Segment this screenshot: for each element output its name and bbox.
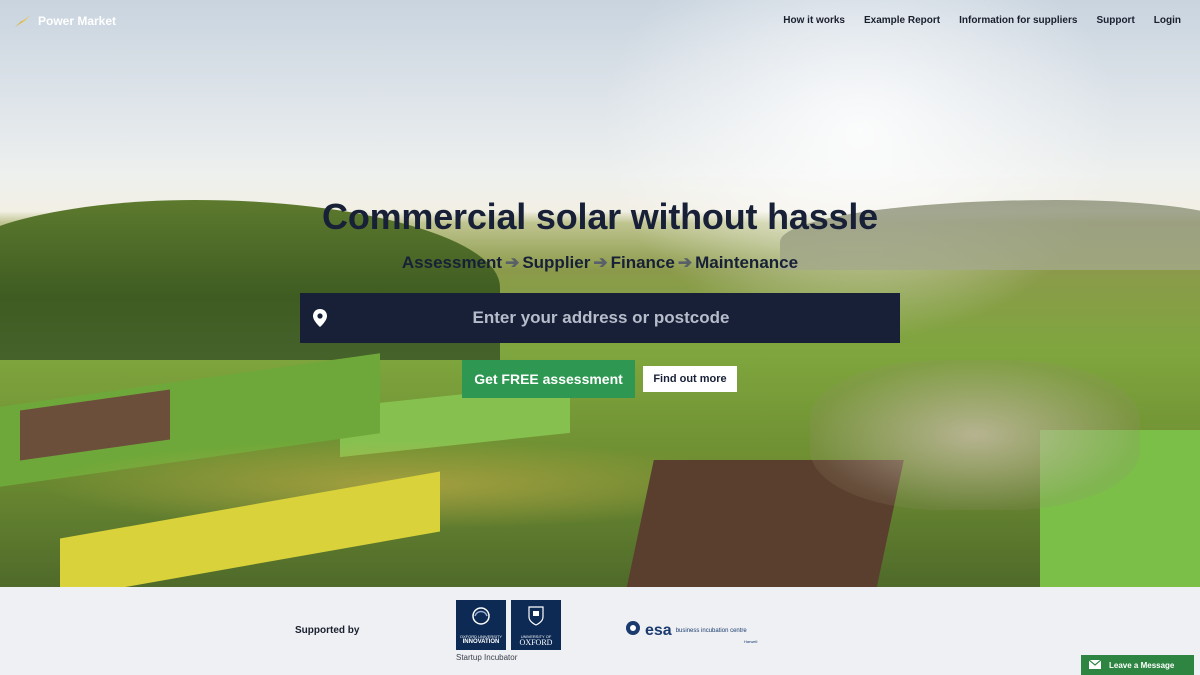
- step-supplier: Supplier: [522, 253, 591, 272]
- location-pin-icon: [300, 293, 340, 343]
- step-maintenance: Maintenance: [695, 253, 799, 272]
- esa-text: business incubation centre: [675, 627, 747, 634]
- nav-how-it-works[interactable]: How it works: [783, 15, 845, 26]
- address-search: [300, 292, 900, 344]
- nav-support[interactable]: Support: [1096, 15, 1134, 26]
- oxford-uni-big: OXFORD: [519, 638, 553, 647]
- page-title: Commercial solar without hassle: [322, 196, 878, 237]
- nav-login[interactable]: Login: [1154, 15, 1181, 26]
- top-nav: Power Market How it works Example Report…: [0, 0, 1200, 42]
- arrow-right-icon: ➔: [677, 253, 693, 272]
- envelope-icon: [1088, 656, 1102, 674]
- brand[interactable]: Power Market: [14, 13, 116, 29]
- esa-sub: Harwell: [744, 639, 758, 644]
- crest-icon: [528, 606, 544, 626]
- startup-incubator-caption: Startup Incubator: [456, 653, 518, 662]
- process-steps: Assessment ➔ Supplier ➔ Finance ➔ Maintenance: [0, 253, 1200, 273]
- step-finance: Finance: [610, 253, 675, 272]
- nav-example-report[interactable]: Example Report: [864, 15, 940, 26]
- address-input[interactable]: [340, 292, 900, 344]
- supported-by-label: Supported by: [295, 625, 360, 636]
- esa-mark: esa: [645, 621, 672, 639]
- university-of-oxford-logo: UNIVERSITY OF OXFORD: [511, 600, 561, 650]
- arrow-right-icon: ➔: [593, 253, 608, 272]
- oxford-innovation-logo: OXFORD UNIVERSITY INNOVATION: [456, 600, 506, 650]
- arrow-right-icon: ➔: [505, 253, 520, 272]
- step-assessment: Assessment: [401, 253, 503, 272]
- get-free-assessment-button[interactable]: Get FREE assessment: [462, 360, 635, 398]
- sun-glow: [600, 0, 1120, 340]
- esa-logo: esa business incubation centre: [625, 620, 747, 641]
- brand-name: Power Market: [38, 14, 117, 28]
- supporters-strip: Supported by OXFORD UNIVERSITY INNOVATIO…: [0, 587, 1200, 675]
- nav-links: How it works Example Report Information …: [783, 15, 1181, 26]
- village: [810, 360, 1140, 510]
- oxford-innovation-big: INNOVATION: [462, 639, 500, 645]
- leave-message-widget[interactable]: Leave a Message: [1081, 655, 1194, 675]
- swirl-icon: [472, 607, 490, 625]
- esa-globe-icon: [625, 620, 641, 641]
- leave-message-label: Leave a Message: [1109, 660, 1175, 670]
- nav-information-for-suppliers[interactable]: Information for suppliers: [959, 15, 1077, 26]
- find-out-more-button[interactable]: Find out more: [643, 366, 737, 392]
- lightning-logo-icon: [15, 15, 31, 27]
